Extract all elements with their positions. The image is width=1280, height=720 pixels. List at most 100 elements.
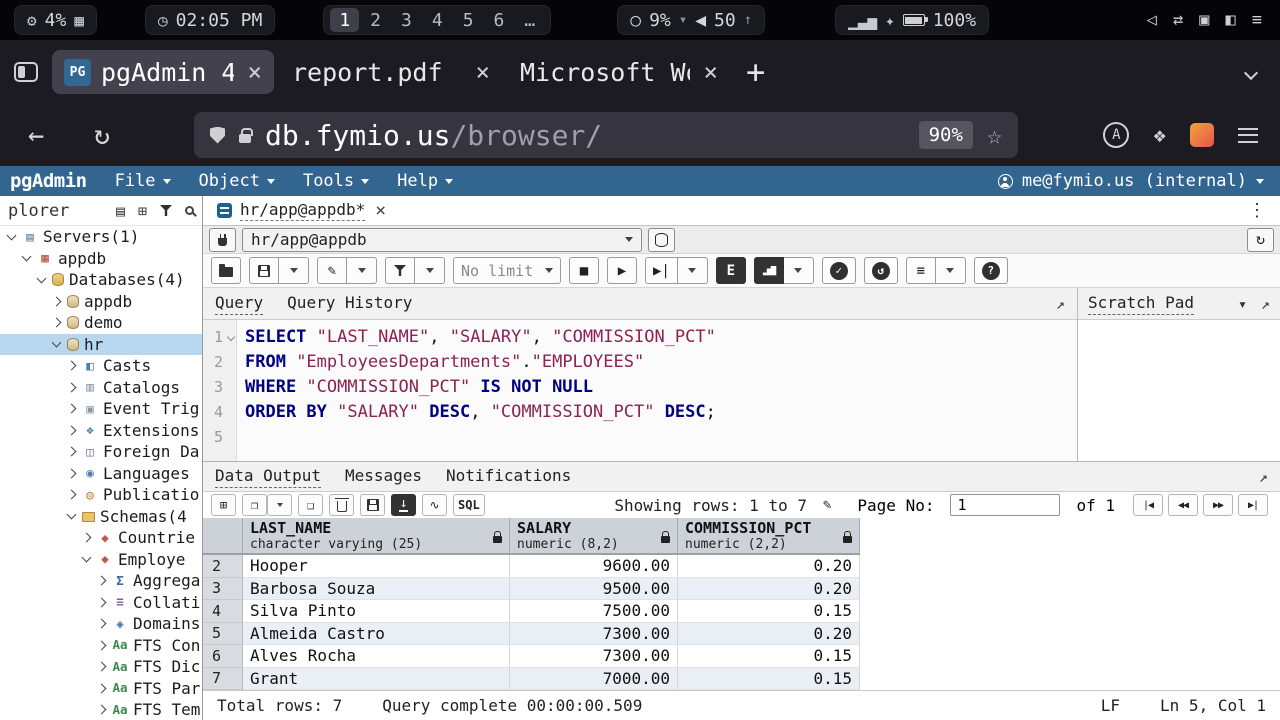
page-last-button[interactable]: ▶| [1238, 494, 1268, 516]
extension-colored-icon[interactable] [1190, 123, 1214, 147]
cell[interactable]: 0.15 [678, 600, 860, 623]
tree-item-demo[interactable]: demo [0, 312, 202, 334]
cell[interactable]: 7500.00 [510, 600, 678, 623]
tree-item-foreign-da[interactable]: ◫Foreign Da [0, 441, 202, 463]
column-header-salary[interactable]: SALARYnumeric (8,2) [510, 518, 678, 555]
expand-icon[interactable] [97, 683, 107, 693]
user-menu[interactable]: me@fymio.us (internal) [998, 171, 1270, 191]
tracking-protection-shield-icon[interactable] [210, 127, 225, 144]
delete-rows-button[interactable] [329, 494, 354, 516]
new-tab-button[interactable]: + [746, 53, 765, 91]
download-csv-button[interactable]: ↓ [391, 494, 416, 516]
extensions-icon[interactable]: ❖ [1153, 123, 1166, 147]
expand-icon[interactable] [67, 490, 77, 500]
cancel-query-button[interactable]: ■ [569, 257, 599, 284]
expand-icon[interactable]: ↗ [1056, 295, 1065, 313]
tree-item-fts-tem[interactable]: AaFTS Tem [0, 699, 202, 720]
tab-close-icon[interactable]: × [248, 58, 262, 86]
tree-item-collati[interactable]: ≡Collati [0, 592, 202, 614]
tab-close-icon[interactable]: × [704, 58, 718, 86]
tree-item-event-trig[interactable]: ▣Event Trig [0, 398, 202, 420]
menu-help[interactable]: Help [397, 171, 453, 191]
servers-icon[interactable]: ▤ [116, 202, 125, 220]
cell[interactable]: 0.15 [678, 645, 860, 668]
limit-button[interactable]: No limit [453, 257, 561, 284]
cell[interactable]: Almeida Castro [243, 623, 510, 646]
explain-analyze-button[interactable]: ▂▅▇ [754, 257, 784, 284]
page-prev-button[interactable]: ◀◀ [1168, 494, 1198, 516]
grid-icon[interactable]: ⊞ [138, 202, 147, 220]
tree-item-servers-1-[interactable]: ▤Servers(1) [0, 226, 202, 248]
tab-data-output[interactable]: Data Output [215, 466, 321, 488]
expand-icon[interactable] [97, 619, 107, 629]
collapse-icon[interactable] [37, 273, 47, 283]
menu-object[interactable]: Object [199, 171, 275, 191]
cell[interactable]: 9600.00 [510, 555, 678, 578]
tree-item-aggrega[interactable]: ΣAggrega [0, 570, 202, 592]
account-icon[interactable]: A [1103, 122, 1129, 148]
url-field[interactable]: db.fymio.us/browser/ 90% ☆ [194, 112, 1018, 158]
sync-icon[interactable]: ⇄ [1173, 10, 1183, 30]
expand-icon[interactable] [67, 404, 77, 414]
expand-icon[interactable] [67, 447, 77, 457]
cell[interactable]: Alves Rocha [243, 645, 510, 668]
connection-status-button[interactable] [209, 228, 236, 252]
collapse-icon[interactable] [22, 252, 32, 262]
workspace-button[interactable]: 2 [361, 8, 390, 32]
workspace-button[interactable]: 6 [485, 8, 514, 32]
tree-item-fts-con[interactable]: AaFTS Con [0, 635, 202, 657]
firefox-view-icon[interactable] [14, 62, 38, 82]
tab-close-icon[interactable]: × [375, 200, 386, 221]
open-file-button[interactable] [211, 257, 241, 284]
save-file-options-button[interactable] [279, 257, 309, 284]
expand-icon[interactable] [67, 361, 77, 371]
copy-rows-options-button[interactable] [267, 494, 292, 516]
execute-options-options-button[interactable] [678, 257, 708, 284]
tab-notifications[interactable]: Notifications [446, 466, 571, 487]
tree-item-appdb[interactable]: appdb [0, 291, 202, 313]
cell[interactable]: 0.20 [678, 623, 860, 646]
browser-tab[interactable]: report.pdf× [280, 50, 502, 94]
url-text[interactable]: db.fymio.us/browser/ [265, 119, 602, 152]
expand-icon[interactable] [52, 318, 62, 328]
row-number[interactable]: 2 [203, 555, 243, 578]
expand-icon[interactable]: ↗ [1261, 295, 1270, 313]
tree-item-employe[interactable]: ◆Employe [0, 549, 202, 571]
copy-rows-button[interactable]: ❐ [242, 494, 267, 516]
rollback-button[interactable]: ↺ [864, 257, 898, 284]
expand-icon[interactable] [97, 640, 107, 650]
workspace-button[interactable]: … [515, 8, 544, 32]
query-tool-tab[interactable]: hr/app@appdb* × [207, 196, 396, 225]
reload-button[interactable]: ↻ [82, 120, 122, 151]
sql-editor[interactable]: 12345 SELECT "LAST_NAME", "SALARY", "COM… [203, 320, 1077, 461]
execute-options-button[interactable]: ▶| [645, 257, 678, 284]
column-header-last_name[interactable]: LAST_NAMEcharacter varying (25) [243, 518, 510, 555]
filter-icon[interactable] [160, 205, 172, 216]
lock-icon[interactable] [239, 134, 251, 143]
tab-close-icon[interactable]: × [476, 58, 490, 86]
new-connection-button[interactable] [648, 228, 675, 252]
workspace-button[interactable]: 3 [392, 8, 421, 32]
tray-menu-icon[interactable]: ≡ [1252, 10, 1262, 30]
tree-item-domains[interactable]: ◈Domains [0, 613, 202, 635]
tree-item-fts-par[interactable]: AaFTS Par [0, 678, 202, 700]
tree-item-catalogs[interactable]: ▥Catalogs [0, 377, 202, 399]
page-next-button[interactable]: ▶▶ [1203, 494, 1233, 516]
tree-item-publicatio[interactable]: ◎Publicatio [0, 484, 202, 506]
page-first-button[interactable]: |◀ [1133, 494, 1163, 516]
page-number-input[interactable] [950, 494, 1060, 516]
bookmark-star-icon[interactable]: ☆ [987, 121, 1002, 150]
expand-icon[interactable] [97, 705, 107, 715]
row-number[interactable]: 3 [203, 578, 243, 601]
edit-options-button[interactable] [347, 257, 377, 284]
workspace-button[interactable]: 1 [330, 8, 359, 32]
column-header-commission_pct[interactable]: COMMISSION_PCTnumeric (2,2) [678, 518, 860, 555]
expand-icon[interactable] [97, 597, 107, 607]
menu-tools[interactable]: Tools [303, 171, 369, 191]
tree-item-extensions[interactable]: ❖Extensions [0, 420, 202, 442]
cell[interactable]: 0.15 [678, 668, 860, 691]
cell[interactable]: 7300.00 [510, 645, 678, 668]
grid-corner[interactable] [203, 518, 243, 555]
collapse-icon[interactable] [67, 510, 77, 520]
graph-visualiser-button[interactable]: ∿ [422, 494, 447, 516]
